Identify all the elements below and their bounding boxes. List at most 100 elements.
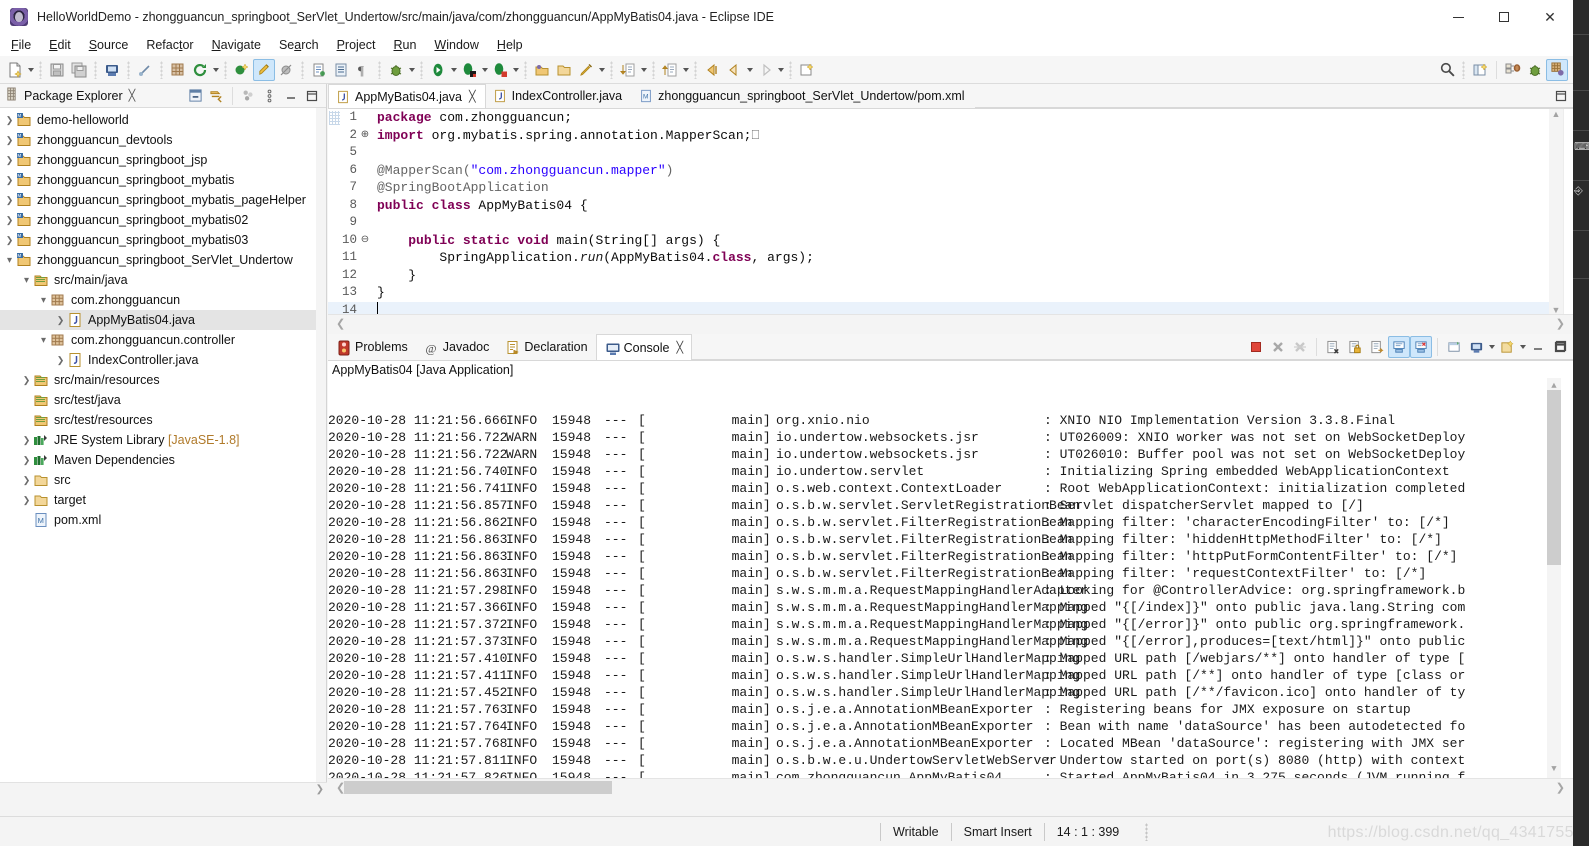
menu-source[interactable]: Source (80, 36, 138, 54)
console-minimize-icon[interactable] (1527, 336, 1549, 358)
code-line[interactable]: 6 @MapperScan("com.zhongguancun.mapper") (328, 162, 1549, 180)
run-caret-icon[interactable] (449, 59, 458, 81)
show-console-on-error-icon[interactable] (1410, 336, 1432, 358)
console-tab[interactable]: Declaration (497, 334, 595, 360)
code-fold-icon[interactable]: ⊖ (358, 232, 372, 250)
code-line[interactable]: 7 @SpringBootApplication (328, 179, 1549, 197)
forward-caret-icon[interactable] (745, 59, 754, 81)
tree-item[interactable]: Maven Dependencies (0, 450, 326, 470)
editor-overview-ruler[interactable] (1563, 109, 1573, 315)
expand-arrow-closed-icon[interactable] (20, 370, 33, 390)
code-line[interactable]: 13} (328, 284, 1549, 302)
run-coverage-icon[interactable] (458, 59, 480, 81)
remove-all-terminated-icon[interactable] (1289, 336, 1311, 358)
new-wizard-caret-icon[interactable] (26, 59, 35, 81)
run-last-tool-icon[interactable] (489, 59, 511, 81)
expand-arrow-closed-icon[interactable] (20, 470, 33, 490)
expand-arrow-closed-icon[interactable] (3, 130, 16, 150)
tree-item[interactable]: JRE System Library [JavaSE-1.8] (0, 430, 326, 450)
scroll-left-icon[interactable]: ❮ (336, 317, 345, 330)
expand-arrow-open-icon[interactable] (37, 330, 50, 350)
tree-item[interactable]: src/test/resources (0, 410, 326, 430)
tree-item[interactable]: src/main/java (0, 270, 326, 290)
show-console-on-output-icon[interactable] (1388, 336, 1410, 358)
menu-search[interactable]: Search (270, 36, 328, 54)
expand-arrow-closed-icon[interactable] (20, 430, 33, 450)
scroll-up-icon[interactable]: ▲ (1552, 109, 1561, 119)
java-ee-perspective-icon[interactable] (1546, 58, 1568, 81)
console-hscroll-thumb[interactable] (344, 781, 612, 794)
tree-item[interactable]: Mzhongguancun_springboot_mybatis (0, 170, 326, 190)
link-icon[interactable] (134, 59, 156, 81)
menu-help[interactable]: Help (488, 36, 532, 54)
external-tools-caret-icon[interactable] (597, 59, 606, 81)
open-perspective-button-icon[interactable] (1469, 59, 1491, 81)
back-icon[interactable] (701, 59, 723, 81)
external-tools-icon[interactable] (575, 59, 597, 81)
code-line[interactable]: 1 package com.zhongguancun; (328, 109, 1549, 127)
next-annotation-caret-icon[interactable] (639, 59, 648, 81)
status-resize-handle[interactable] (1145, 822, 1149, 841)
console-tab-close-icon[interactable]: ╳ (676, 341, 683, 354)
scroll-right-icon[interactable]: ❯ (1556, 317, 1565, 330)
forward-icon[interactable] (723, 59, 745, 81)
expand-arrow-closed-icon[interactable] (20, 450, 33, 470)
remove-launch-icon[interactable] (1267, 336, 1289, 358)
package-explorer-close-icon[interactable]: ╳ (129, 89, 136, 102)
open-perspective-icon[interactable] (531, 59, 553, 81)
expand-arrow-closed-icon[interactable] (54, 310, 67, 330)
open-console-icon[interactable] (1496, 336, 1518, 358)
debug-icon[interactable] (385, 59, 407, 81)
expand-arrow-closed-icon[interactable] (20, 490, 33, 510)
menu-run[interactable]: Run (384, 36, 425, 54)
open-task-icon[interactable] (330, 59, 352, 81)
code-line[interactable]: 9 (328, 214, 1549, 232)
previous-annotation-caret-icon[interactable] (681, 59, 690, 81)
package-explorer-tree[interactable]: Mdemo-helloworldMzhongguancun_devtoolsMz… (0, 108, 326, 794)
source-code-text[interactable]: 1 package com.zhongguancun; 2 ⊕ import org.m… (328, 109, 1549, 315)
tree-item[interactable]: Mpom.xml (0, 510, 326, 530)
tree-item[interactable]: Mzhongguancun_devtools (0, 130, 326, 150)
next-edit-caret-icon[interactable] (776, 59, 785, 81)
tree-item[interactable]: com.zhongguancun (0, 290, 326, 310)
expand-arrow-closed-icon[interactable] (3, 230, 16, 250)
open-type-icon[interactable] (308, 59, 330, 81)
tree-item[interactable]: Mzhongguancun_springboot_mybatis03 (0, 230, 326, 250)
editor-tab[interactable]: AppMyBatis04.java ╳ (328, 84, 486, 108)
editor-restore-icon[interactable] (1551, 86, 1571, 106)
maximize-view-icon[interactable] (301, 86, 322, 106)
tree-item[interactable]: Mzhongguancun_springboot_mybatis_pageHel… (0, 190, 326, 210)
clear-console-icon[interactable] (1322, 336, 1344, 358)
refresh-caret-icon[interactable] (211, 59, 220, 81)
close-button[interactable]: ✕ (1527, 0, 1573, 34)
pilcrow-icon[interactable]: ¶ (352, 59, 374, 81)
tree-item[interactable]: target (0, 490, 326, 510)
code-line[interactable]: 5 (328, 144, 1549, 162)
package-explorer-hscrollbar[interactable]: ❯ (0, 782, 327, 796)
code-line[interactable]: 14 (328, 301, 1549, 315)
tree-item[interactable]: src (0, 470, 326, 490)
expand-arrow-open-icon[interactable] (3, 250, 16, 270)
console-tab[interactable]: Console ╳ (595, 334, 693, 360)
display-selected-console-caret-icon[interactable] (1487, 336, 1496, 358)
tree-item[interactable]: Mzhongguancun_springboot_jsp (0, 150, 326, 170)
print-icon[interactable] (101, 59, 123, 81)
next-edit-icon[interactable] (754, 59, 776, 81)
toggle-mark-occurrences-icon[interactable] (253, 58, 275, 81)
next-annotation-icon[interactable] (617, 59, 639, 81)
tree-item[interactable]: src/test/java (0, 390, 326, 410)
expand-arrow-closed-icon[interactable] (3, 190, 16, 210)
tree-item[interactable]: IndexController.java (0, 350, 326, 370)
code-line[interactable]: 10 ⊖ public static void main(String[] arg… (328, 232, 1549, 250)
console-vscroll-thumb[interactable] (1547, 390, 1561, 565)
expand-arrow-open-icon[interactable] (37, 290, 50, 310)
debug-caret-icon[interactable] (407, 59, 416, 81)
console-scroll-down-icon[interactable]: ▼ (1551, 761, 1556, 778)
console-scroll-right-icon[interactable]: ❯ (1556, 781, 1565, 794)
package-explorer-vscrollbar[interactable] (316, 108, 326, 796)
console-hscrollbar[interactable]: ❮ ❯ (328, 778, 1573, 796)
tree-item[interactable]: AppMyBatis04.java (0, 310, 326, 330)
word-wrap-icon[interactable] (1366, 336, 1388, 358)
code-line[interactable]: 11 SpringApplication.run(AppMyBatis04.cl… (328, 249, 1549, 267)
scroll-lock-icon[interactable] (1344, 336, 1366, 358)
